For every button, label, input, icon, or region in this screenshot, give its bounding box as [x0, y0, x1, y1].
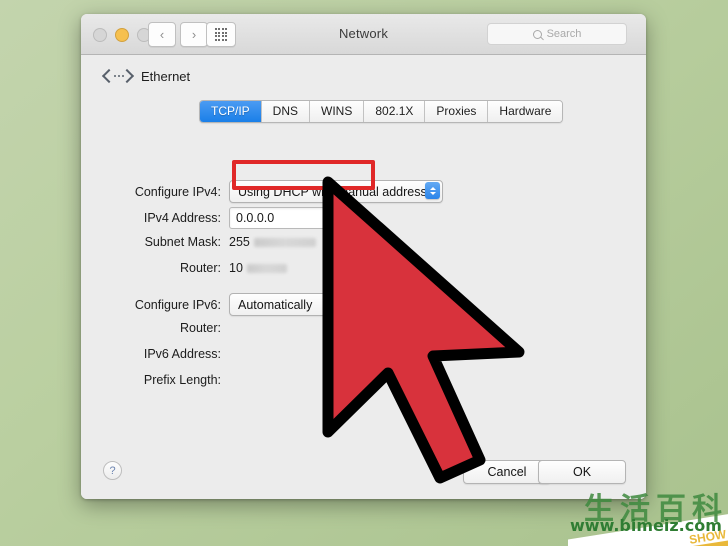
subnet-mask-value: 255: [229, 235, 250, 249]
row-router-ipv4: Router: 10: [103, 261, 287, 275]
tab-proxies[interactable]: Proxies: [425, 101, 489, 122]
ipv4-address-input[interactable]: 0.0.0.0: [229, 207, 366, 229]
window-body: Ethernet TCP/IP DNS WINS 802.1X Proxies …: [81, 55, 646, 499]
watermark: 生活百科 www.bimeiz.com SHOW: [568, 480, 728, 546]
ipv4-address-label: IPv4 Address:: [143, 211, 221, 225]
router-ipv4-redaction: [246, 263, 287, 273]
prefix-length-label: Prefix Length:: [143, 373, 221, 387]
search-field[interactable]: Search: [487, 23, 627, 45]
service-header: Ethernet: [103, 68, 190, 84]
tab-8021x[interactable]: 802.1X: [364, 101, 426, 122]
tab-dns[interactable]: DNS: [261, 101, 311, 122]
tab-wins[interactable]: WINS: [310, 101, 365, 122]
ipv4-address-value: 0.0.0.0: [236, 211, 275, 225]
ipv6-address-label: IPv6 Address:: [143, 347, 221, 361]
row-configure-ipv6: Configure IPv6: Automatically: [103, 293, 443, 316]
router-ipv4-value: 10: [229, 261, 243, 275]
configure-ipv4-select[interactable]: Using DHCP with manual address: [229, 180, 443, 203]
router-ipv4-value-group: 10: [229, 261, 287, 275]
configure-ipv4-label: Configure IPv4:: [134, 184, 221, 199]
configure-ipv6-value: Automatically: [238, 297, 313, 312]
subnet-mask-label: Subnet Mask:: [144, 235, 221, 249]
chevron-updown-icon-ipv6[interactable]: [425, 295, 440, 312]
tab-tcpip[interactable]: TCP/IP: [200, 101, 262, 122]
search-placeholder: Search: [546, 28, 582, 40]
search-icon: [532, 29, 542, 39]
ethernet-icon: [103, 68, 133, 84]
row-subnet-mask: Subnet Mask: 255: [103, 235, 316, 249]
chevron-updown-icon[interactable]: [425, 182, 440, 199]
router-ipv4-label: Router:: [180, 261, 221, 275]
subnet-mask-value-group: 255: [229, 235, 316, 249]
subnet-mask-redaction: [253, 237, 316, 247]
row-configure-ipv4: Configure IPv4: Using DHCP with manual a…: [103, 180, 443, 203]
network-preferences-window: ‹ › Network Search Ethernet TCP/IP DNS W…: [81, 14, 646, 499]
tab-hardware[interactable]: Hardware: [488, 101, 563, 122]
row-prefix-length: Prefix Length:: [103, 373, 229, 387]
service-name: Ethernet: [141, 68, 191, 84]
router-ipv6-label: Router:: [180, 321, 221, 335]
configure-ipv4-value: Using DHCP with manual address: [238, 184, 427, 199]
configure-ipv6-label: Configure IPv6:: [134, 297, 221, 312]
help-button[interactable]: ?: [103, 461, 122, 480]
row-ipv4-address: IPv4 Address: 0.0.0.0: [103, 207, 366, 229]
window-titlebar: ‹ › Network Search: [81, 14, 646, 55]
configure-ipv6-select[interactable]: Automatically: [229, 293, 443, 316]
row-router-ipv6: Router:: [103, 321, 229, 335]
tab-bar: TCP/IP DNS WINS 802.1X Proxies Hardware: [199, 100, 564, 123]
row-ipv6-address: IPv6 Address:: [103, 347, 229, 361]
